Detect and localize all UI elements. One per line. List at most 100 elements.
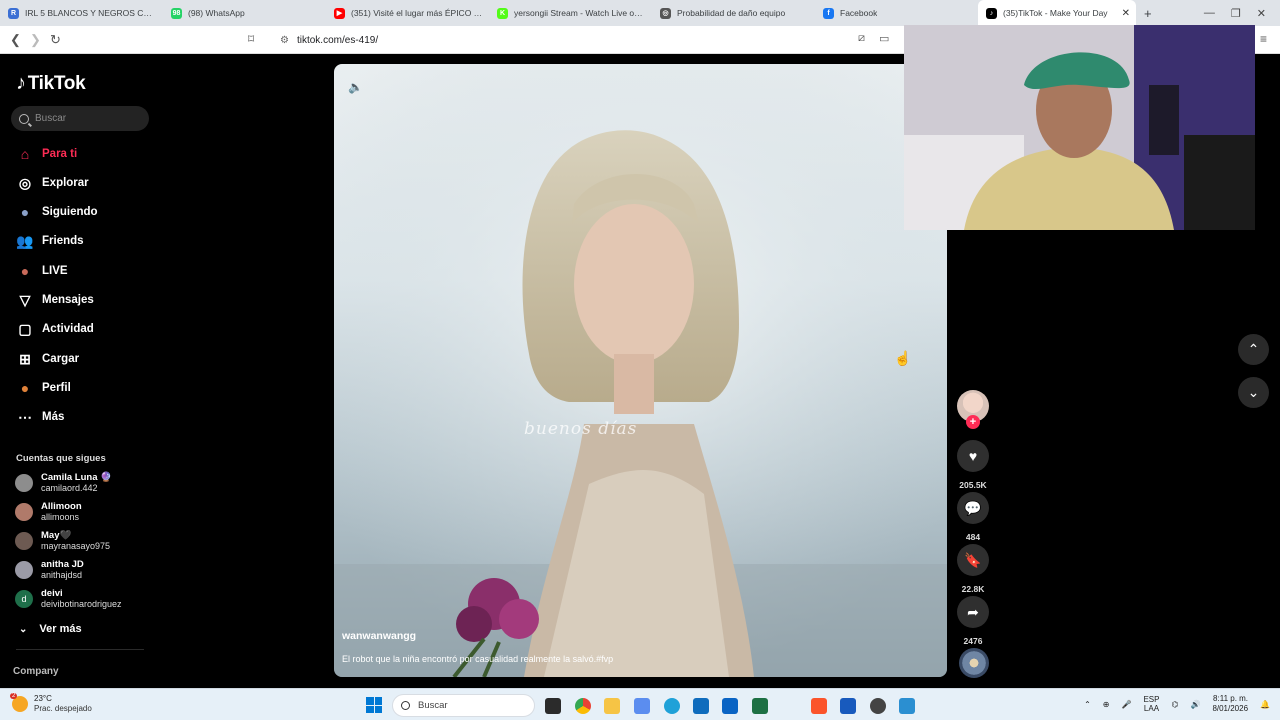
tab[interactable]: Kyersongii Stream - Watch Live on Kic... — [489, 0, 652, 26]
tab-title: (98) WhatsApp — [188, 8, 245, 18]
followed-account[interactable]: anitha JD anithajdsd — [15, 559, 84, 581]
restore-icon[interactable]: ❐ — [1231, 7, 1241, 20]
tab[interactable]: ◎ Probabilidad de daño equipo — [652, 0, 815, 26]
back-icon[interactable]: ❮ — [10, 32, 21, 48]
taskbar-search-input[interactable]: Buscar — [392, 694, 535, 717]
tab-favicon-icon: 98 — [171, 7, 182, 19]
word-icon[interactable] — [840, 698, 856, 714]
copilot-icon[interactable] — [634, 698, 650, 714]
comment-action: 💬 484 — [957, 492, 989, 542]
task-view-icon[interactable] — [545, 698, 561, 714]
bookmark-save-icon[interactable]: 🔖 — [957, 544, 989, 576]
tab[interactable]: f Facebook — [815, 0, 978, 26]
obs-icon[interactable] — [870, 698, 886, 714]
weather-badge: 2 — [10, 693, 18, 699]
windows-start-icon[interactable] — [366, 697, 382, 713]
tray-overflow-icon[interactable]: ⌃ — [1084, 700, 1091, 709]
sidebar-item-label: Cargar — [42, 353, 80, 365]
followed-account[interactable]: d deivi deivibotinarodriguez — [15, 588, 122, 610]
notification-bell-icon[interactable]: 🔔 — [1260, 700, 1270, 709]
chrome-icon[interactable] — [575, 698, 591, 714]
tab[interactable]: ▶ (351) Visité el lugar más ÉPICO de la..… — [326, 0, 489, 26]
followed-account[interactable]: Allimoon allimoons — [15, 501, 82, 523]
compass-icon: ◎ — [18, 174, 32, 191]
forward-icon[interactable]: ❯ — [30, 32, 41, 48]
next-video-button[interactable]: ⌄ — [1238, 377, 1269, 408]
outlook-icon[interactable] — [722, 698, 738, 714]
sidebar-item-label: Siguiendo — [42, 206, 98, 218]
tab-favicon-icon: ▶ — [334, 7, 345, 19]
weather-condition: Prac. despejado — [34, 704, 92, 713]
account-handle: camilaord.442 — [41, 483, 98, 493]
excel-icon[interactable] — [752, 698, 768, 714]
wifi-icon[interactable]: ⌬ — [1171, 700, 1178, 709]
weather-widget[interactable]: 2 23°C Prac. despejado — [10, 693, 92, 714]
chevron-up-icon: ⌃ — [1247, 341, 1260, 357]
chevron-down-icon: ⌄ — [1247, 384, 1260, 400]
following-avatar-icon: ● — [20, 204, 30, 220]
tab-title: Probabilidad de daño equipo — [677, 8, 786, 18]
sidebar-item-mensajes[interactable]: ▽ Mensajes — [16, 291, 94, 309]
sidebar-item-ms[interactable]: ⋯ Más — [16, 408, 64, 426]
reload-icon[interactable]: ↻ — [50, 32, 61, 48]
profile-icon: ● — [20, 380, 30, 396]
tiktok-logo[interactable]: ♪ TikTok — [16, 72, 86, 95]
followed-account[interactable]: Camila Luna 🔮 camilaord.442 — [15, 472, 112, 494]
video-player[interactable]: 🔈 buenos días wanwanwangg El robot que l… — [334, 64, 947, 677]
share-count: 2476 — [963, 636, 983, 646]
video-author[interactable]: wanwanwangg — [342, 630, 416, 642]
sidebar-item-cargar[interactable]: ⊞ Cargar — [16, 350, 79, 368]
brave-icon[interactable] — [811, 698, 827, 714]
comment-icon[interactable]: 💬 — [957, 492, 989, 524]
save-action: 🔖 22.8K — [957, 544, 989, 594]
followed-account[interactable]: May🖤 mayranasayo975 — [15, 530, 110, 552]
sidebar-item-actividad[interactable]: ▢ Actividad — [16, 320, 94, 338]
messages-icon: ▽ — [19, 291, 31, 308]
speaker-icon[interactable]: 🔊 — [1190, 700, 1200, 709]
heart-icon[interactable]: ♥ — [957, 440, 989, 472]
tab[interactable]: R IRL 5 BLANCOS Y NEGROS CARNAB... — [0, 0, 163, 26]
volume-icon[interactable]: 🔈 — [348, 80, 363, 94]
like-count: 205.5K — [959, 480, 987, 490]
music-disc-icon[interactable] — [959, 648, 989, 678]
tab-active[interactable]: ♪ (35)TikTok - Make Your Day ✕ — [978, 0, 1136, 26]
tab-favicon-icon: R — [8, 7, 19, 19]
edge-icon[interactable] — [664, 698, 680, 714]
file-explorer-icon[interactable] — [604, 698, 620, 714]
see-more-button[interactable]: ⌄ Ver más — [16, 623, 82, 635]
previous-video-button[interactable]: ⌃ — [1238, 334, 1269, 365]
taskbar-clock[interactable]: 8:11 p. m. 8/01/2026 — [1212, 694, 1248, 714]
sidebar-item-label: Actividad — [42, 323, 94, 335]
share-icon[interactable]: ➦ — [957, 596, 989, 628]
close-tab-icon[interactable]: ✕ — [1122, 8, 1130, 19]
sidebar-item-label: LIVE — [42, 265, 68, 277]
bookmark-icon[interactable]: ⌑ — [248, 32, 254, 46]
browser-menu-icon[interactable]: ≡ — [1260, 32, 1267, 46]
sidebar-item-parati[interactable]: ⌂ Para ti — [16, 145, 77, 163]
avatar — [15, 532, 33, 550]
store-icon[interactable] — [693, 698, 709, 714]
sidebar-item-perfil[interactable]: ● Perfil — [16, 379, 71, 397]
search-input[interactable]: Buscar — [11, 106, 149, 131]
follow-plus-icon[interactable]: + — [966, 415, 980, 429]
language-indicator[interactable]: ESP LAA — [1143, 695, 1159, 713]
close-window-icon[interactable]: ✕ — [1257, 7, 1266, 20]
sidebar: ♪ TikTok Buscar ⌂ Para ti ◎ Explorar ● Siguie… — [0, 54, 160, 688]
cast-icon[interactable]: ▭ — [879, 32, 889, 45]
sidebar-item-label: Para ti — [42, 148, 78, 160]
network-status-icon[interactable]: ⊕ — [1103, 700, 1110, 709]
url-field[interactable]: ⚙ tiktok.com/es-419/ — [268, 29, 908, 51]
company-link[interactable]: Company — [13, 666, 59, 677]
video-overlay-text: buenos días — [524, 419, 638, 439]
sidebar-item-live[interactable]: ● LIVE — [16, 262, 68, 280]
new-tab-button[interactable]: + — [1136, 0, 1160, 26]
sidebar-item-explorar[interactable]: ◎ Explorar — [16, 174, 89, 192]
site-settings-icon[interactable]: ⚙ — [280, 35, 289, 46]
tab[interactable]: 98 (98) WhatsApp — [163, 0, 326, 26]
minimize-icon[interactable]: — — [1204, 7, 1215, 19]
sidebar-item-siguiendo[interactable]: ● Siguiendo — [16, 203, 98, 221]
microphone-icon[interactable]: 🎤 — [1122, 700, 1132, 709]
notepad-icon[interactable] — [899, 698, 915, 714]
sidebar-item-friends[interactable]: 👥 Friends — [16, 232, 83, 250]
extension-icon[interactable]: ⧄ — [858, 32, 865, 45]
